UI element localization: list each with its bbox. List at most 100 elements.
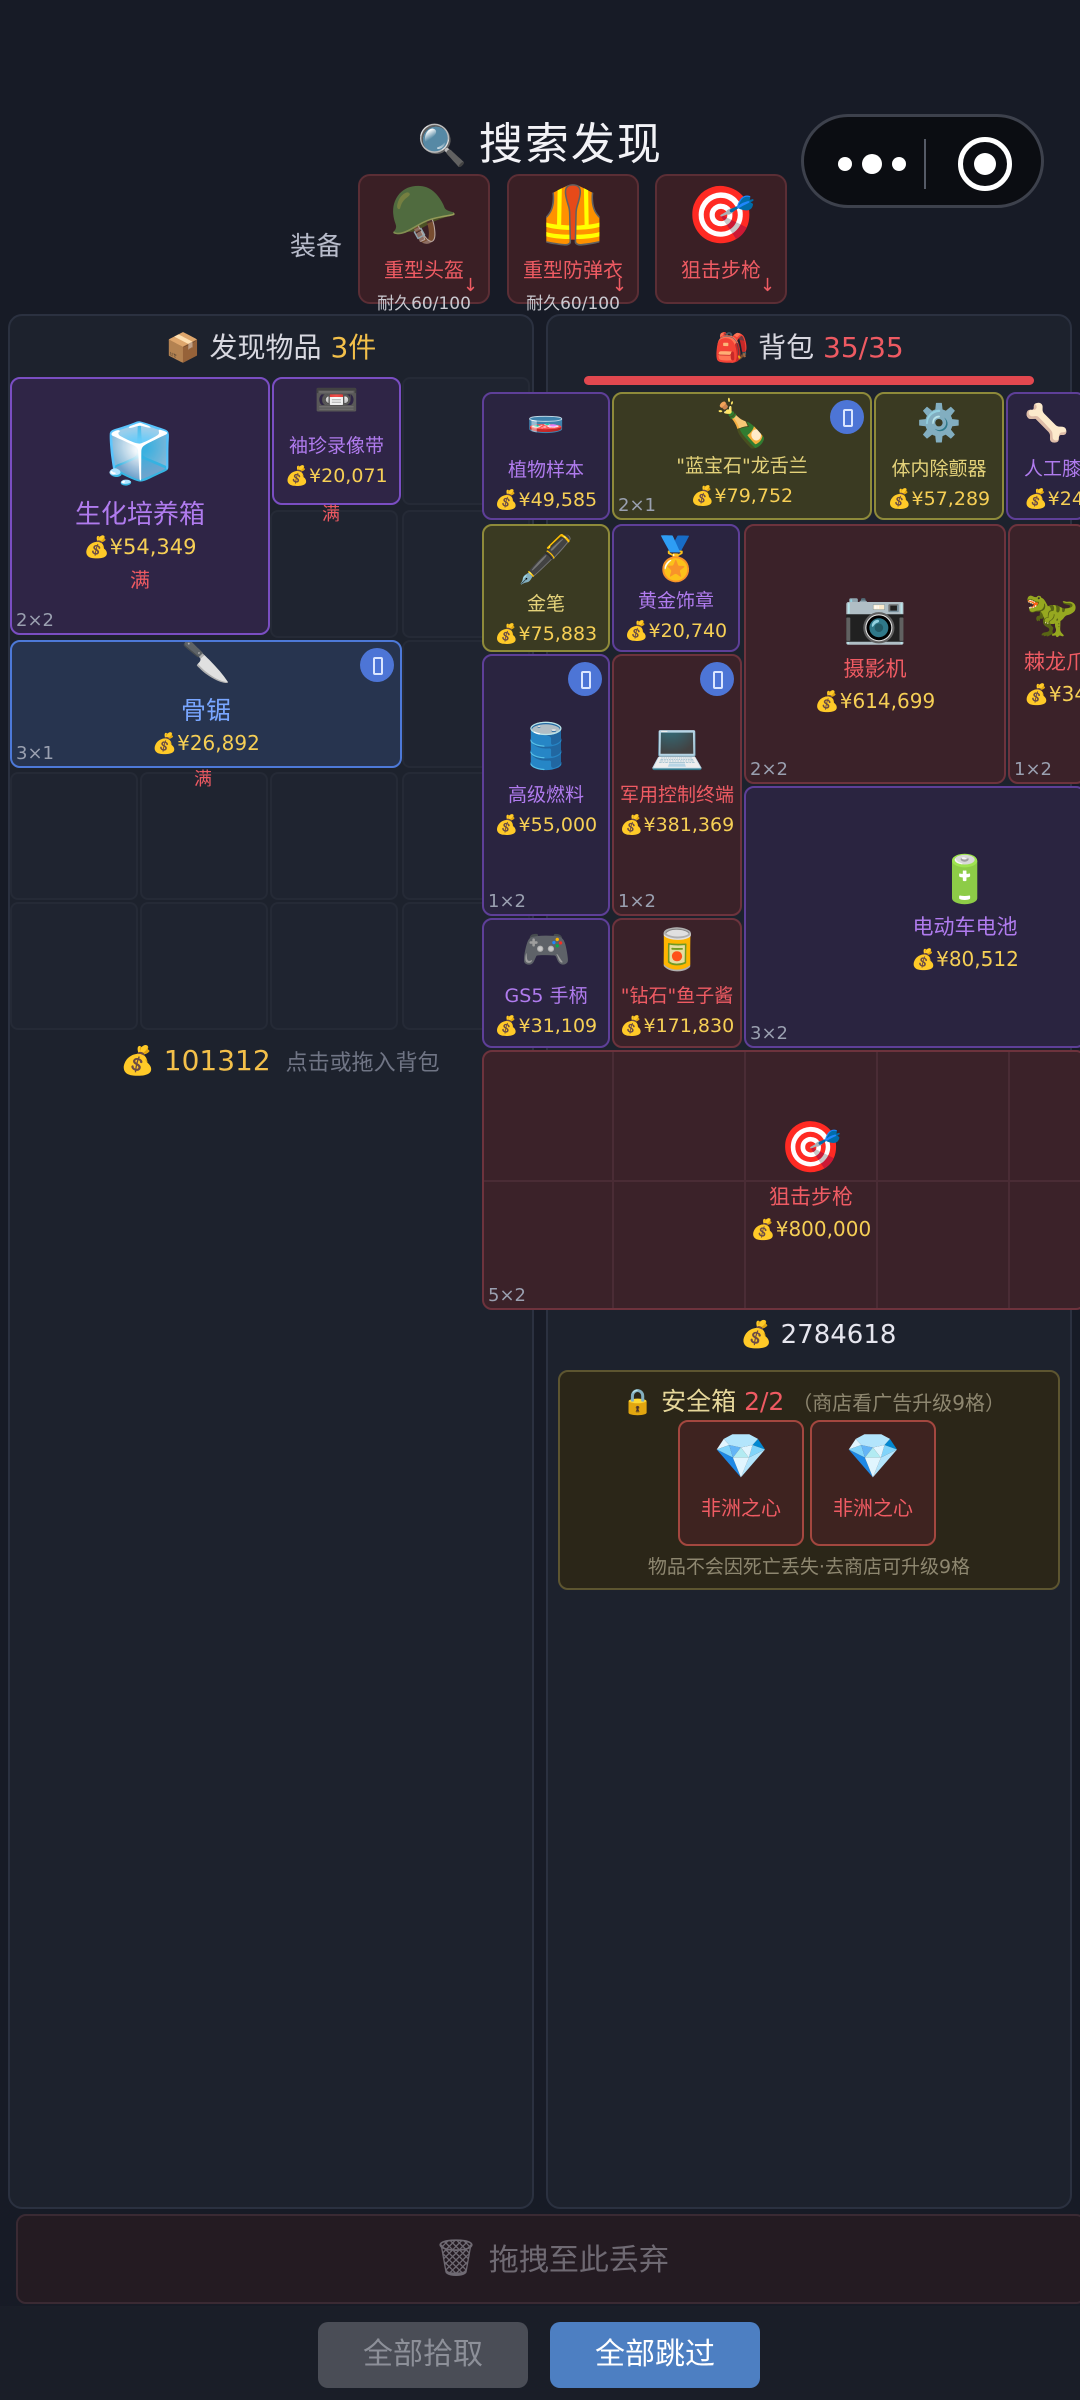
info-badge-icon[interactable] — [360, 648, 394, 682]
item-full-status: 满 — [322, 504, 340, 525]
pen-icon: 🖋️ — [517, 532, 575, 586]
item-size: 3×1 — [16, 743, 54, 764]
item-size: 5×2 — [488, 1285, 526, 1306]
discard-dropzone[interactable]: 🗑 拖拽至此丢弃 — [16, 2214, 1080, 2304]
item-price: 💰¥26,892 — [152, 731, 260, 755]
backpack-title-text: 背包 — [758, 331, 815, 364]
backpack-item[interactable]: 📷 摄影机 💰¥614,699 2×2 — [744, 524, 1006, 784]
backpack-item[interactable]: 🏅 黄金饰章 💰¥20,740 — [612, 524, 740, 652]
equip-slot-weapon[interactable]: 🎯 狙击步枪 ↓ — [655, 174, 787, 304]
tape-icon: 📼 — [314, 380, 359, 421]
item-name: 军用控制终端 — [619, 784, 734, 806]
knee-icon: 🦴 — [1024, 403, 1069, 444]
item-price: 💰¥54,349 — [83, 535, 197, 559]
gamepad-icon: 🎮 — [521, 927, 571, 973]
item-name: 生化培养箱 — [74, 500, 205, 530]
item-name: 非洲之心 — [701, 1496, 781, 1520]
backpack-item[interactable]: 🔋 电动车电池 💰¥80,512 3×2 — [744, 786, 1080, 1048]
equip-slot-armor[interactable]: 🦺 重型防弹衣 耐久60/100 ↓ — [507, 174, 639, 314]
backpack-item[interactable]: 🦴 人工膝 💰¥24 — [1006, 392, 1080, 520]
item-name: 棘龙爪 — [1024, 650, 1080, 674]
vest-icon: 🦺 — [538, 183, 608, 248]
backpack-item[interactable]: 🎮 GS5 手柄 💰¥31,109 — [482, 918, 610, 1048]
found-total-value: 💰 101312 点击或拖入背包 — [120, 1044, 440, 1077]
backpack-item[interactable]: 🦖 棘龙爪 💰¥342 1×2 — [1008, 524, 1080, 784]
claw-icon: 🦖 — [1024, 589, 1079, 640]
close-mini-program-icon[interactable] — [958, 137, 1012, 191]
item-price: 💰¥75,883 — [494, 623, 598, 645]
safe-count: 2/2 — [744, 1387, 785, 1416]
backpack-item[interactable]: ⚙️ 体内除颤器 💰¥57,289 — [874, 392, 1004, 520]
backpack-count: 35/35 — [823, 331, 904, 364]
safe-slot[interactable]: 💎 非洲之心 — [810, 1420, 936, 1546]
search-icon: 🔍 — [417, 123, 469, 169]
found-count: 3件 — [330, 331, 377, 364]
item-full-status: 满 — [130, 568, 150, 592]
item-name: 电动车电池 — [912, 915, 1018, 939]
mini-program-capsule — [801, 114, 1044, 208]
item-price: 💰¥800,000 — [750, 1217, 872, 1241]
caviar-tin-icon: 🥫 — [652, 927, 702, 973]
defibrillator-icon: ⚙️ — [916, 403, 962, 444]
item-size: 2×1 — [618, 495, 656, 516]
backpack-item[interactable]: 🖋️ 金笔 💰¥75,883 — [482, 524, 610, 652]
info-badge-icon[interactable] — [568, 662, 602, 696]
backpack-title: 🎒 背包 35/35 — [546, 326, 1072, 370]
item-price: 💰¥31,109 — [494, 1015, 598, 1037]
item-size: 1×2 — [1014, 759, 1052, 780]
fuel-can-icon: 🛢️ — [518, 721, 574, 772]
safe-box-title: 🔒 安全箱 2/2 （商店看广告升级9格） — [622, 1382, 1005, 1418]
diamond-icon: 💎 — [845, 1431, 901, 1482]
item-name: 植物样本 — [507, 459, 584, 481]
backpack-item[interactable]: 🥫 "钻石"鱼子酱 💰¥171,830 — [612, 918, 742, 1048]
item-size: 2×2 — [16, 610, 54, 631]
found-hint: 点击或拖入背包 — [285, 1051, 440, 1076]
found-item-videotape[interactable]: 📼 袖珍录像带 💰¥20,071 — [272, 377, 401, 505]
lock-icon: 🔒 — [622, 1387, 654, 1416]
backpack-item[interactable]: 🧫 植物样本 💰¥49,585 — [482, 392, 610, 520]
item-name: GS5 手柄 — [504, 985, 588, 1007]
terminal-icon: 💻 — [649, 721, 705, 772]
backpack-item[interactable]: 🛢️ 高级燃料 💰¥55,000 1×2 — [482, 654, 610, 916]
item-size: 2×2 — [750, 759, 788, 780]
item-price: 💰¥171,830 — [619, 1015, 735, 1037]
target-icon: 🎯 — [686, 183, 756, 248]
backpack-total: 2784618 — [780, 1320, 897, 1350]
item-size: 1×2 — [488, 891, 526, 912]
info-badge-icon[interactable] — [700, 662, 734, 696]
backpack-item[interactable]: 🎯 狙击步枪 💰¥800,000 5×2 — [482, 1050, 1080, 1310]
skip-all-button[interactable]: 全部跳过 — [550, 2322, 760, 2388]
camera-icon: 📷 — [842, 587, 908, 647]
money-bag-icon: 💰 — [740, 1320, 773, 1350]
item-price: 💰¥20,740 — [624, 620, 728, 642]
item-price: 💰¥381,369 — [619, 814, 735, 836]
safe-note: 物品不会因死亡丢失·去商店可升级9格 — [647, 1556, 971, 1578]
incubator-icon: 🧊 — [103, 419, 177, 487]
pick-all-button[interactable]: 全部拾取 — [318, 2322, 528, 2388]
more-menu-icon[interactable] — [838, 147, 908, 181]
bottom-bar — [0, 2306, 1080, 2400]
safe-upgrade-hint[interactable]: （商店看广告升级9格） — [792, 1391, 1005, 1415]
backpack-item[interactable]: 💻 军用控制终端 💰¥381,369 1×2 — [612, 654, 742, 916]
found-item-bone-saw[interactable]: 🔪 骨锯 💰¥26,892 3×1 — [10, 640, 402, 768]
item-size: 1×2 — [618, 891, 656, 912]
item-name: 体内除颤器 — [891, 458, 987, 480]
backpack-item[interactable]: 🍾 "蓝宝石"龙舌兰 💰¥79,752 2×1 — [612, 392, 872, 520]
discard-label: 拖拽至此丢弃 — [488, 2243, 669, 2278]
page-title-text: 搜索发现 — [478, 119, 663, 170]
found-title-text: 发现物品 — [209, 331, 322, 364]
item-name: 非洲之心 — [833, 1496, 913, 1520]
safe-title-text: 安全箱 — [661, 1387, 737, 1416]
item-name: "蓝宝石"龙舌兰 — [676, 455, 808, 477]
downgrade-arrow-icon: ↓ — [759, 275, 775, 296]
item-price: 💰¥614,699 — [814, 689, 936, 713]
capsule-divider — [924, 139, 926, 189]
item-price: 💰¥57,289 — [887, 488, 991, 510]
safe-slot[interactable]: 💎 非洲之心 — [678, 1420, 804, 1546]
info-badge-icon[interactable] — [830, 400, 864, 434]
petri-dish-icon: 🧫 — [527, 400, 565, 435]
item-name: 摄影机 — [843, 657, 907, 681]
item-price: 💰¥24 — [1024, 488, 1080, 510]
found-item-bio-incubator[interactable]: 🧊 生化培养箱 💰¥54,349 满 2×2 — [10, 377, 270, 635]
equip-slot-helmet[interactable]: 🪖 重型头盔 耐久60/100 ↓ — [358, 174, 490, 314]
